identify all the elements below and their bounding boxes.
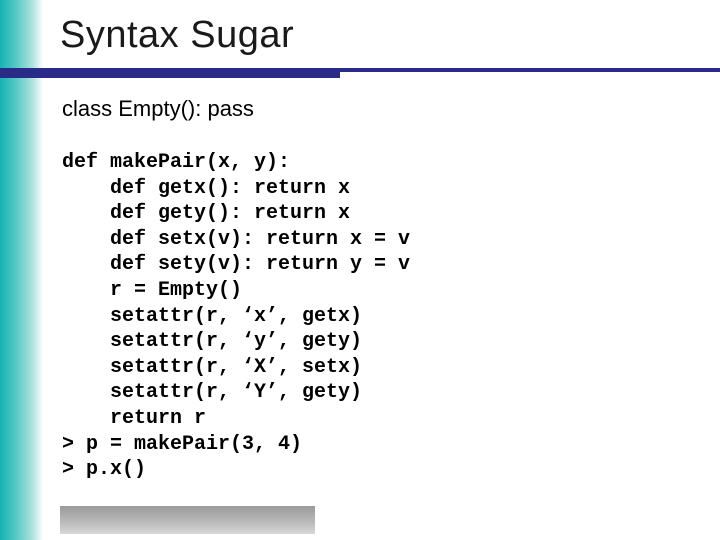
slide-title: Syntax Sugar [60, 14, 294, 57]
footer-shadow [60, 506, 315, 534]
code-block: def makePair(x, y): def getx(): return x… [62, 150, 410, 483]
class-decl-line: class Empty(): pass [62, 96, 254, 122]
slide: Syntax Sugar class Empty(): pass def mak… [0, 0, 720, 540]
title-underline-thick [0, 68, 340, 78]
title-underline-thin [340, 68, 720, 72]
